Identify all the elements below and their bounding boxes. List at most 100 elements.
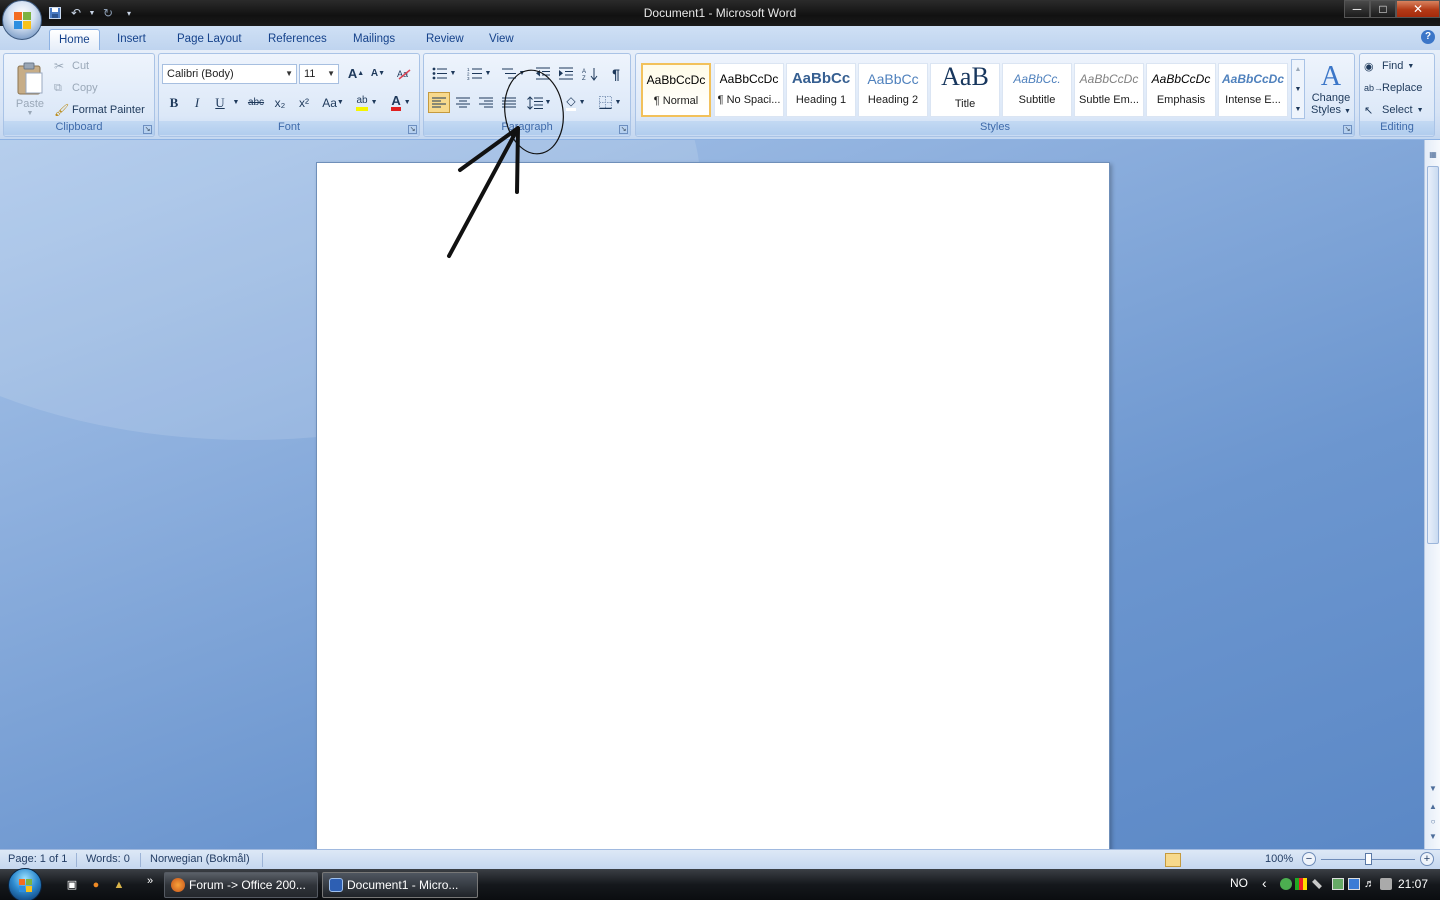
start-button[interactable] bbox=[8, 868, 42, 900]
print-layout-view-icon[interactable] bbox=[1165, 853, 1181, 867]
tab-review[interactable]: Review bbox=[417, 29, 473, 50]
scroll-down-icon[interactable]: ▼ bbox=[1426, 782, 1440, 796]
paste-button[interactable]: Paste ▼ bbox=[8, 57, 52, 121]
tray-expand-icon[interactable]: ‹ bbox=[1262, 875, 1267, 891]
replace-button[interactable]: ab→ Replace bbox=[1364, 78, 1422, 98]
word-count[interactable]: Words: 0 bbox=[86, 853, 130, 865]
find-button[interactable]: ◉ Find ▼ bbox=[1364, 56, 1414, 76]
line-spacing-button[interactable]: ▼ bbox=[524, 92, 554, 113]
numbering-button[interactable]: 1 2 3 ▼ bbox=[463, 63, 495, 84]
draft-view-icon[interactable] bbox=[1238, 853, 1254, 867]
text-highlight-button[interactable]: ab ▼ bbox=[351, 92, 383, 113]
style-heading-2[interactable]: AaBbCc Heading 2 bbox=[858, 63, 928, 117]
change-case-button[interactable]: Aa ▼ bbox=[319, 92, 347, 113]
battery-icon[interactable] bbox=[1332, 878, 1344, 890]
tab-view[interactable]: View bbox=[480, 29, 523, 50]
justify-button[interactable] bbox=[498, 92, 520, 113]
cut-button[interactable]: ✂ Cut bbox=[54, 56, 89, 76]
select-button[interactable]: ↖ Select ▼ bbox=[1364, 100, 1424, 120]
document-page[interactable] bbox=[316, 162, 1110, 849]
taskbar-item-forum[interactable]: Forum -> Office 200... bbox=[164, 872, 318, 898]
show-hide-marks-button[interactable]: ¶ bbox=[605, 63, 627, 84]
format-painter-button[interactable]: 🖌 Format Painter bbox=[54, 100, 145, 120]
firefox-icon[interactable]: ● bbox=[88, 877, 104, 893]
outline-view-icon[interactable] bbox=[1220, 853, 1236, 867]
gallery-down-icon[interactable]: ▼ bbox=[1292, 80, 1304, 98]
quick-launch-app-icon[interactable]: ▲ bbox=[111, 877, 127, 893]
tab-home[interactable]: Home bbox=[49, 29, 100, 50]
show-desktop-icon[interactable]: ▣ bbox=[64, 877, 80, 893]
tray-app-icon[interactable] bbox=[1380, 878, 1392, 890]
network-icon[interactable] bbox=[1348, 878, 1360, 890]
language-indicator[interactable]: Norwegian (Bokmål) bbox=[150, 853, 250, 865]
volume-icon[interactable]: ♬ bbox=[1364, 878, 1376, 890]
underline-dropdown-icon[interactable]: ▼ bbox=[232, 92, 240, 113]
gallery-more-icon[interactable]: ▼ bbox=[1292, 100, 1304, 118]
decrease-indent-button[interactable] bbox=[532, 63, 554, 84]
borders-button[interactable]: ▼ bbox=[594, 92, 626, 113]
subscript-button[interactable]: x₂ bbox=[269, 92, 291, 113]
change-styles-button[interactable]: A Change Styles ▼ bbox=[1309, 58, 1353, 120]
clipboard-dialog-launcher-icon[interactable]: ↘ bbox=[143, 125, 152, 134]
font-name-dropdown-icon[interactable]: ▼ bbox=[285, 65, 293, 83]
superscript-button[interactable]: x² bbox=[293, 92, 315, 113]
font-dialog-launcher-icon[interactable]: ↘ bbox=[408, 125, 417, 134]
style-subtle-emphasis[interactable]: AaBbCcDc Subtle Em... bbox=[1074, 63, 1144, 117]
previous-page-icon[interactable]: ▲ bbox=[1426, 800, 1440, 814]
italic-button[interactable]: I bbox=[186, 92, 208, 113]
vertical-scrollbar[interactable]: ▦ ▲ ▼ ▲ ○ ▼ bbox=[1424, 140, 1440, 849]
clear-formatting-button[interactable]: Aa bbox=[393, 63, 415, 84]
shrink-font-button[interactable]: A ▼ bbox=[367, 63, 389, 84]
paragraph-dialog-launcher-icon[interactable]: ↘ bbox=[619, 125, 628, 134]
align-left-button[interactable] bbox=[428, 92, 450, 113]
maximize-button[interactable]: □ bbox=[1370, 0, 1396, 18]
font-name-combo[interactable]: Calibri (Body) ▼ bbox=[162, 64, 297, 84]
sort-button[interactable]: AZ bbox=[579, 63, 601, 84]
style-subtitle[interactable]: AaBbCc. Subtitle bbox=[1002, 63, 1072, 117]
style-normal[interactable]: AaBbCcDc ¶ Normal bbox=[641, 63, 711, 117]
tray-app-icon[interactable] bbox=[1280, 878, 1292, 890]
multilevel-list-button[interactable]: ▼ bbox=[498, 63, 528, 84]
office-button[interactable] bbox=[2, 0, 42, 40]
taskbar-item-word[interactable]: Document1 - Micro... bbox=[322, 872, 478, 898]
next-page-icon[interactable]: ▼ bbox=[1426, 830, 1440, 844]
font-size-dropdown-icon[interactable]: ▼ bbox=[327, 65, 335, 83]
tab-mailings[interactable]: Mailings bbox=[344, 29, 404, 50]
underline-button[interactable]: U bbox=[209, 92, 231, 113]
align-right-button[interactable] bbox=[475, 92, 497, 113]
clock[interactable]: 21:07 bbox=[1398, 877, 1428, 891]
bold-button[interactable]: B bbox=[163, 92, 185, 113]
minimize-button[interactable]: ─ bbox=[1344, 0, 1370, 18]
close-button[interactable]: ✕ bbox=[1396, 0, 1440, 18]
quick-launch-more[interactable]: » bbox=[142, 873, 158, 889]
style-no-spacing[interactable]: AaBbCcDc ¶ No Spaci... bbox=[714, 63, 784, 117]
align-center-button[interactable] bbox=[452, 92, 474, 113]
page-count[interactable]: Page: 1 of 1 bbox=[8, 853, 67, 865]
input-language[interactable]: NO bbox=[1230, 876, 1248, 890]
scroll-thumb[interactable] bbox=[1427, 166, 1439, 544]
styles-dialog-launcher-icon[interactable]: ↘ bbox=[1343, 125, 1352, 134]
gallery-up-icon[interactable]: ▲ bbox=[1292, 60, 1304, 78]
bullets-button[interactable]: ▼ bbox=[428, 63, 460, 84]
view-ruler-icon[interactable]: ▦ bbox=[1426, 148, 1440, 162]
shading-button[interactable]: ◇ ▼ bbox=[560, 92, 592, 113]
help-icon[interactable]: ? bbox=[1421, 30, 1435, 44]
zoom-in-icon[interactable]: + bbox=[1420, 852, 1434, 866]
select-browse-object-icon[interactable]: ○ bbox=[1426, 815, 1440, 829]
style-intense-emphasis[interactable]: AaBbCcDc Intense E... bbox=[1218, 63, 1288, 117]
zoom-level[interactable]: 100% bbox=[1265, 853, 1293, 865]
font-color-button[interactable]: A ▼ bbox=[385, 92, 417, 113]
copy-button[interactable]: ⧉ Copy bbox=[54, 78, 98, 98]
increase-indent-button[interactable] bbox=[555, 63, 577, 84]
grow-font-button[interactable]: A ▲ bbox=[345, 63, 367, 84]
pen-tray-icon[interactable] bbox=[1312, 879, 1322, 889]
tab-page-layout[interactable]: Page Layout bbox=[168, 29, 251, 50]
zoom-slider-thumb[interactable] bbox=[1364, 853, 1372, 865]
font-size-combo[interactable]: 11 ▼ bbox=[299, 64, 339, 84]
style-heading-1[interactable]: AaBbCc Heading 1 bbox=[786, 63, 856, 117]
style-title[interactable]: AaB Title bbox=[930, 63, 1000, 117]
strikethrough-button[interactable]: abc bbox=[245, 92, 267, 113]
style-emphasis[interactable]: AaBbCcDc Emphasis bbox=[1146, 63, 1216, 117]
zoom-out-icon[interactable]: − bbox=[1302, 852, 1316, 866]
tray-app-icon[interactable] bbox=[1295, 878, 1307, 890]
